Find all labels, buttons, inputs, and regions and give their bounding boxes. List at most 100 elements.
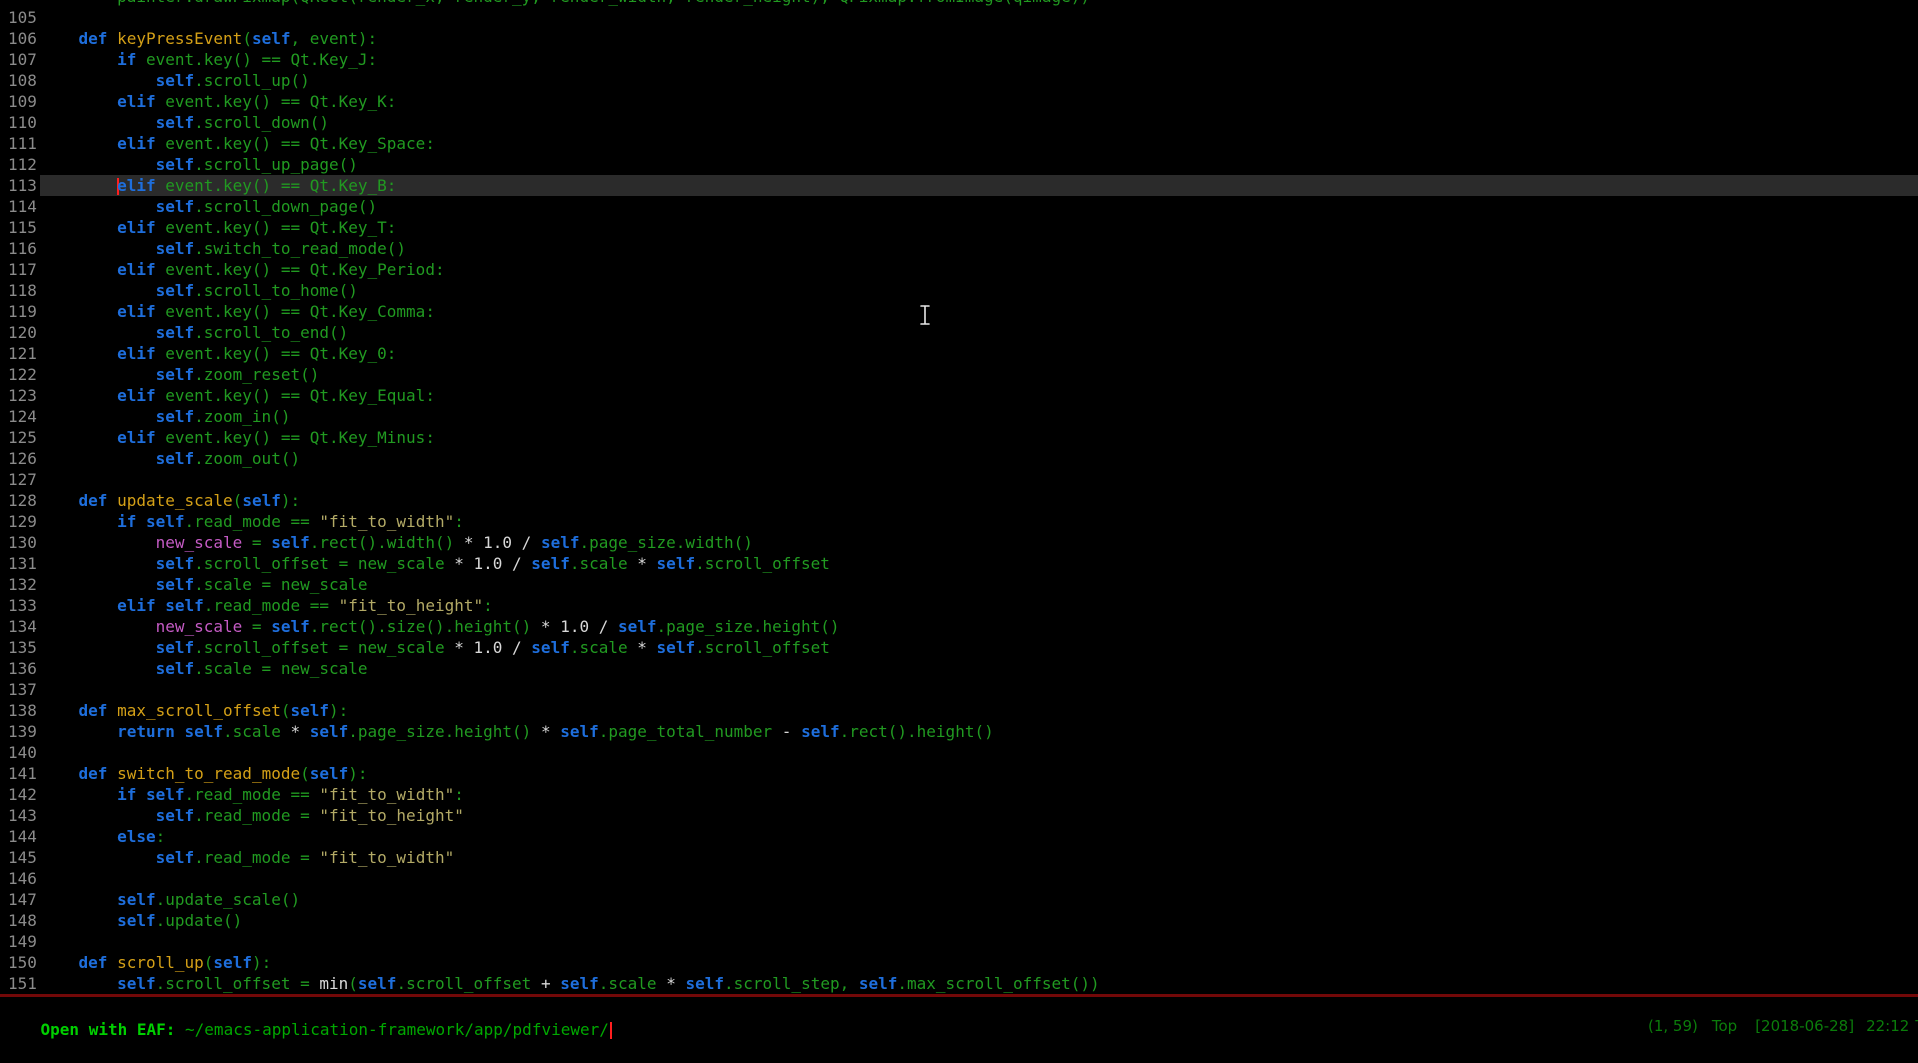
code-line-text bbox=[40, 868, 1918, 889]
code-token bbox=[40, 365, 156, 384]
code-line-140[interactable]: 140 bbox=[0, 742, 1918, 763]
code-token: ( bbox=[242, 29, 252, 48]
code-token bbox=[40, 344, 117, 363]
code-token bbox=[107, 764, 117, 783]
code-line-130[interactable]: 130 new_scale = self.rect().width() * 1.… bbox=[0, 532, 1918, 553]
code-line-111[interactable]: 111 elif event.key() == Qt.Key_Space: bbox=[0, 133, 1918, 154]
code-token: self bbox=[358, 974, 397, 993]
code-line-138[interactable]: 138 def max_scroll_offset(self): bbox=[0, 700, 1918, 721]
line-number: 122 bbox=[0, 364, 40, 385]
code-token bbox=[40, 785, 117, 804]
code-line-132[interactable]: 132 self.scale = new_scale bbox=[0, 574, 1918, 595]
code-line-137[interactable]: 137 bbox=[0, 679, 1918, 700]
code-line-text: self.read_mode = "fit_to_height" bbox=[40, 805, 1918, 826]
code-line-122[interactable]: 122 self.zoom_reset() bbox=[0, 364, 1918, 385]
code-line-109[interactable]: 109 elif event.key() == Qt.Key_K: bbox=[0, 91, 1918, 112]
code-line-121[interactable]: 121 elif event.key() == Qt.Key_0: bbox=[0, 343, 1918, 364]
code-token bbox=[40, 638, 156, 657]
code-token bbox=[40, 827, 117, 846]
code-line-116[interactable]: 116 self.switch_to_read_mode() bbox=[0, 238, 1918, 259]
code-line-text: return self.scale * self.page_size.heigh… bbox=[40, 721, 1918, 742]
code-line-115[interactable]: 115 elif event.key() == Qt.Key_T: bbox=[0, 217, 1918, 238]
code-line-107[interactable]: 107 if event.key() == Qt.Key_J: bbox=[0, 49, 1918, 70]
code-line-142[interactable]: 142 if self.read_mode == "fit_to_width": bbox=[0, 784, 1918, 805]
code-token: .scroll_offset = new_scale bbox=[194, 638, 454, 657]
code-line-text: def update_scale(self): bbox=[40, 490, 1918, 511]
code-token: .max_scroll_offset()) bbox=[897, 974, 1099, 993]
code-line-129[interactable]: 129 if self.read_mode == "fit_to_width": bbox=[0, 511, 1918, 532]
code-line-143[interactable]: 143 self.read_mode = "fit_to_height" bbox=[0, 805, 1918, 826]
code-token bbox=[156, 596, 166, 615]
code-line-123[interactable]: 123 elif event.key() == Qt.Key_Equal: bbox=[0, 385, 1918, 406]
code-line-117[interactable]: 117 elif event.key() == Qt.Key_Period: bbox=[0, 259, 1918, 280]
code-token: .scroll_offset = new_scale bbox=[194, 554, 454, 573]
code-token: def bbox=[79, 491, 108, 510]
code-line-112[interactable]: 112 self.scroll_up_page() bbox=[0, 154, 1918, 175]
line-number: 143 bbox=[0, 805, 40, 826]
code-line-148[interactable]: 148 self.update() bbox=[0, 910, 1918, 931]
code-token: "fit_to_height" bbox=[319, 806, 464, 825]
code-line-141[interactable]: 141 def switch_to_read_mode(self): bbox=[0, 763, 1918, 784]
line-number: 148 bbox=[0, 910, 40, 931]
code-line-108[interactable]: 108 self.scroll_up() bbox=[0, 70, 1918, 91]
code-line-114[interactable]: 114 self.scroll_down_page() bbox=[0, 196, 1918, 217]
code-token: .scale bbox=[570, 638, 637, 657]
code-line-106[interactable]: 106 def keyPressEvent(self, event): bbox=[0, 28, 1918, 49]
line-number: 105 bbox=[0, 7, 40, 28]
code-token: .page_size.width() bbox=[579, 533, 752, 552]
code-line-145[interactable]: 145 self.read_mode = "fit_to_width" bbox=[0, 847, 1918, 868]
code-token: return bbox=[117, 722, 175, 741]
code-token: * 1.0 / bbox=[454, 638, 521, 657]
code-line-partial[interactable]: painter.drawPixmap(QRect(render_x, rende… bbox=[0, 0, 1918, 7]
code-line-text: self.scroll_down_page() bbox=[40, 196, 1918, 217]
code-line-119[interactable]: 119 elif event.key() == Qt.Key_Comma: bbox=[0, 301, 1918, 322]
code-line-126[interactable]: 126 self.zoom_out() bbox=[0, 448, 1918, 469]
code-line-135[interactable]: 135 self.scroll_offset = new_scale * 1.0… bbox=[0, 637, 1918, 658]
code-line-150[interactable]: 150 def scroll_up(self): bbox=[0, 952, 1918, 973]
code-line-124[interactable]: 124 self.zoom_in() bbox=[0, 406, 1918, 427]
code-buffer: painter.drawPixmap(QRect(render_x, rende… bbox=[0, 0, 1918, 994]
code-line-105[interactable]: 105 bbox=[0, 7, 1918, 28]
code-line-136[interactable]: 136 self.scale = new_scale bbox=[0, 658, 1918, 679]
code-token bbox=[40, 134, 117, 153]
code-line-147[interactable]: 147 self.update_scale() bbox=[0, 889, 1918, 910]
minibuffer[interactable]: Open with EAF: ~/emacs-application-frame… bbox=[0, 997, 1918, 1021]
code-token: self bbox=[657, 638, 696, 657]
code-token: .read_mode = bbox=[194, 806, 319, 825]
code-line-127[interactable]: 127 bbox=[0, 469, 1918, 490]
code-line-144[interactable]: 144 else: bbox=[0, 826, 1918, 847]
line-number: 151 bbox=[0, 973, 40, 994]
code-token: .rect().width() bbox=[310, 533, 464, 552]
code-token: self bbox=[213, 953, 252, 972]
code-line-text: if self.read_mode == "fit_to_width": bbox=[40, 784, 1918, 805]
code-line-139[interactable]: 139 return self.scale * self.page_size.h… bbox=[0, 721, 1918, 742]
code-line-133[interactable]: 133 elif self.read_mode == "fit_to_heigh… bbox=[0, 595, 1918, 616]
code-line-149[interactable]: 149 bbox=[0, 931, 1918, 952]
code-line-131[interactable]: 131 self.scroll_offset = new_scale * 1.0… bbox=[0, 553, 1918, 574]
code-line-125[interactable]: 125 elif event.key() == Qt.Key_Minus: bbox=[0, 427, 1918, 448]
code-line-134[interactable]: 134 new_scale = self.rect().size().heigh… bbox=[0, 616, 1918, 637]
code-token: .rect().height() bbox=[840, 722, 994, 741]
code-line-text: if event.key() == Qt.Key_J: bbox=[40, 49, 1918, 70]
code-token: self bbox=[531, 554, 570, 573]
code-line-120[interactable]: 120 self.scroll_to_end() bbox=[0, 322, 1918, 343]
code-line-text: elif self.read_mode == "fit_to_height": bbox=[40, 595, 1918, 616]
code-token: self bbox=[156, 638, 195, 657]
code-line-128[interactable]: 128 def update_scale(self): bbox=[0, 490, 1918, 511]
code-token bbox=[40, 764, 79, 783]
code-token: self bbox=[242, 491, 281, 510]
code-token: .switch_to_read_mode() bbox=[194, 239, 406, 258]
minibuffer-input[interactable]: ~/emacs-application-framework/app/pdfvie… bbox=[185, 1020, 609, 1039]
code-token: self bbox=[618, 617, 657, 636]
code-line-text: self.scroll_up() bbox=[40, 70, 1918, 91]
code-line-151[interactable]: 151 self.scroll_offset = min(self.scroll… bbox=[0, 973, 1918, 994]
code-token bbox=[522, 638, 532, 657]
code-line-146[interactable]: 146 bbox=[0, 868, 1918, 889]
code-token: self bbox=[156, 659, 195, 678]
code-line-118[interactable]: 118 self.scroll_to_home() bbox=[0, 280, 1918, 301]
code-token: .scroll_step, bbox=[724, 974, 859, 993]
code-line-110[interactable]: 110 self.scroll_down() bbox=[0, 112, 1918, 133]
code-editor[interactable]: painter.drawPixmap(QRect(render_x, rende… bbox=[0, 0, 1918, 994]
code-line-113[interactable]: 113 elif event.key() == Qt.Key_B: bbox=[0, 175, 1918, 196]
code-token: event.key() == Qt.Key_J: bbox=[136, 50, 377, 69]
